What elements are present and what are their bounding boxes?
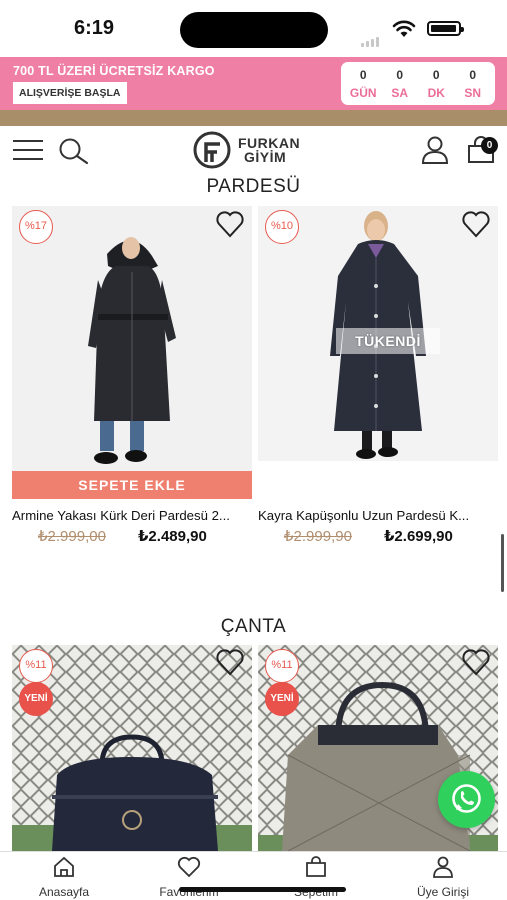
status-time: 6:19 xyxy=(74,17,115,39)
bottom-nav: Anasayfa Favorilerim Sepetim Üye Girişi xyxy=(0,851,507,900)
nav-label: Anasayfa xyxy=(38,885,90,899)
logo-line-2: GİYİM xyxy=(244,149,287,165)
product-name[interactable]: Kayra Kapüşonlu Uzun Pardesü K... xyxy=(258,508,501,523)
favorite-heart-icon[interactable] xyxy=(215,648,245,676)
wifi-icon xyxy=(392,20,416,37)
product-price: ₺2.489,90 xyxy=(138,528,207,545)
nav-home[interactable]: Anasayfa xyxy=(14,856,114,899)
countdown-label: SA xyxy=(391,85,409,100)
old-price: ₺2.999,90 xyxy=(284,528,352,545)
logo-line-1: FURKAN xyxy=(238,135,301,151)
battery-icon xyxy=(427,21,464,36)
favorite-heart-icon[interactable] xyxy=(461,648,491,676)
start-shopping-button[interactable]: ALIŞVERİŞE BAŞLA xyxy=(13,82,127,104)
promo-banner: 700 TL ÜZERİ ÜCRETSİZ KARGO ALIŞVERİŞE B… xyxy=(0,57,507,110)
favorite-heart-icon[interactable] xyxy=(461,210,491,238)
countdown-minutes: 0 DK xyxy=(419,68,453,100)
status-bar: 6:19 xyxy=(0,0,507,57)
signal-icon xyxy=(361,29,381,47)
countdown-seconds: 0 SN xyxy=(456,68,490,100)
heart-icon xyxy=(177,856,201,878)
sold-out-label: TÜKENDİ xyxy=(336,328,440,354)
menu-icon[interactable] xyxy=(13,140,43,160)
product-card[interactable]: %10 TÜKENDİ Kayra Kapüşonlu Uzun Pardesü… xyxy=(258,206,501,551)
countdown-value: 0 xyxy=(469,67,477,82)
add-to-cart-button[interactable]: SEPETE EKLE xyxy=(12,471,252,499)
discount-badge: %11 xyxy=(265,649,299,683)
nav-login[interactable]: Üye Girişi xyxy=(393,856,493,899)
brand-logo[interactable]: FURKAN GİYİM xyxy=(192,131,300,169)
product-card[interactable]: %17 SEPETE EKLE Armine Yakası Kürk Deri … xyxy=(12,206,255,551)
countdown-value: 0 xyxy=(432,67,440,82)
countdown-label: GÜN xyxy=(349,85,377,100)
bag-icon xyxy=(306,856,326,877)
discount-badge: %10 xyxy=(265,210,299,244)
cart-count-badge: 0 xyxy=(481,137,498,154)
section-title-canta: ÇANTA xyxy=(220,616,287,637)
whatsapp-button[interactable] xyxy=(438,771,495,828)
favorite-heart-icon[interactable] xyxy=(215,210,245,238)
discount-badge: %11 xyxy=(19,649,53,683)
new-badge: YENİ xyxy=(19,682,53,716)
countdown-label: DK xyxy=(427,85,445,100)
nav-favorites[interactable]: Favorilerim xyxy=(139,856,239,899)
countdown-value: 0 xyxy=(359,67,367,82)
dynamic-island xyxy=(180,12,328,48)
product-image[interactable] xyxy=(12,206,252,471)
discount-badge: %17 xyxy=(19,210,53,244)
app-header: FURKAN GİYİM xyxy=(0,126,507,174)
product-card[interactable]: %11 YENİ xyxy=(12,645,255,851)
scrollbar[interactable] xyxy=(501,534,504,592)
logo-mark-icon xyxy=(193,131,231,169)
new-badge: YENİ xyxy=(265,682,299,716)
section-title-pardesu: PARDESÜ xyxy=(206,176,301,197)
countdown-timer: 0 GÜN 0 SA 0 DK 0 SN xyxy=(341,62,495,105)
countdown-hours: 0 SA xyxy=(383,68,417,100)
home-icon xyxy=(54,856,74,877)
countdown-label: SN xyxy=(464,85,482,100)
countdown-value: 0 xyxy=(396,67,404,82)
search-icon[interactable] xyxy=(58,137,90,165)
product-name[interactable]: Armine Yakası Kürk Deri Pardesü 2... xyxy=(12,508,255,523)
product-price: ₺2.699,90 xyxy=(384,528,453,545)
home-indicator xyxy=(179,887,346,892)
user-icon xyxy=(433,856,453,878)
whatsapp-icon xyxy=(452,784,481,813)
promo-strip xyxy=(0,110,507,126)
countdown-days: 0 GÜN xyxy=(346,68,380,100)
promo-title: 700 TL ÜZERİ ÜCRETSİZ KARGO xyxy=(13,64,215,78)
user-icon[interactable] xyxy=(420,136,450,164)
nav-cart[interactable]: Sepetim xyxy=(266,856,366,899)
nav-label: Üye Girişi xyxy=(416,885,469,899)
old-price: ₺2.999,00 xyxy=(38,528,106,545)
coat-model-image xyxy=(12,206,252,471)
